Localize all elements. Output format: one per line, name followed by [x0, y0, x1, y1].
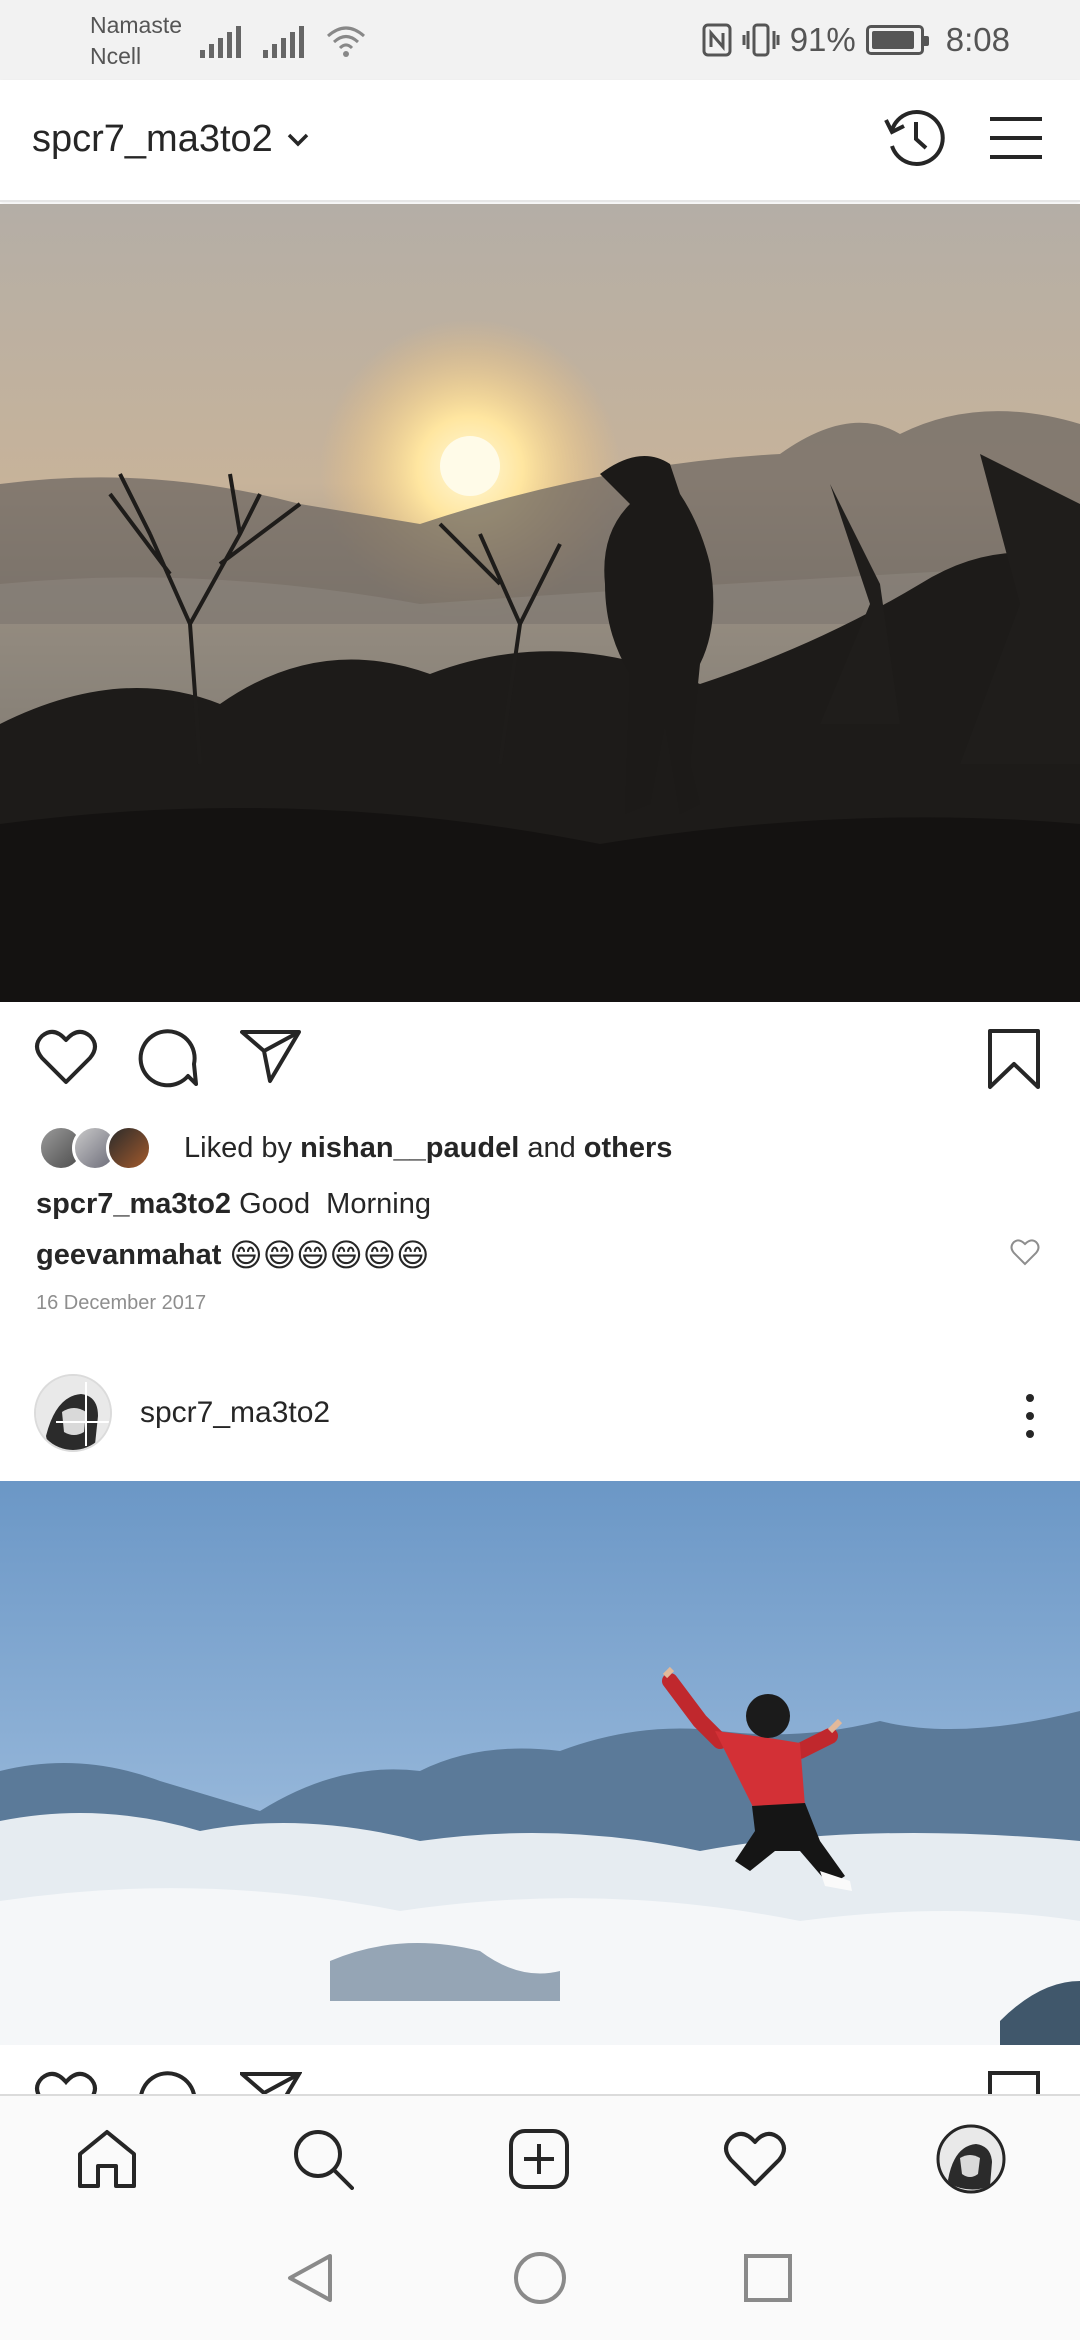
search-icon[interactable] [288, 2124, 358, 2194]
bottom-navigation [0, 2094, 1080, 2218]
comment-username[interactable]: geevanmahat [36, 1239, 221, 1272]
nfc-icon [702, 23, 732, 57]
comment-icon[interactable] [138, 1028, 198, 1088]
comment-text: 😄😄😄😄😄😄 [229, 1237, 430, 1273]
post-header: spcr7_ma3to2 [0, 1372, 1080, 1458]
avatar[interactable] [34, 1374, 112, 1452]
post-date: 16 December 2017 [36, 1292, 207, 1314]
heart-icon[interactable] [34, 1028, 98, 1086]
likes-summary[interactable]: Liked by nishan__paudel and others [38, 1122, 672, 1174]
menu-icon[interactable] [988, 115, 1044, 161]
carrier-name: Namaste Ncell [90, 10, 182, 72]
header-username[interactable]: spcr7_ma3to2 [32, 118, 273, 161]
home-icon[interactable] [72, 2124, 142, 2194]
caption-text: Good Morning [239, 1188, 431, 1220]
system-navigation-bar [0, 2218, 1080, 2340]
signal-icon [200, 26, 241, 58]
post-image[interactable] [0, 1481, 1080, 2045]
chevron-down-icon[interactable] [287, 133, 309, 147]
caption-username[interactable]: spcr7_ma3to2 [36, 1188, 231, 1220]
history-icon[interactable] [882, 106, 948, 170]
post-username[interactable]: spcr7_ma3to2 [140, 1396, 330, 1430]
post-actions [0, 1028, 1080, 1118]
carrier-line-2: Ncell [90, 43, 142, 69]
likes-others-link[interactable]: others [584, 1132, 673, 1164]
heart-icon[interactable] [34, 2070, 98, 2094]
clock-time: 8:08 [945, 21, 1010, 58]
recents-icon[interactable] [738, 2248, 798, 2308]
liked-by-username[interactable]: nishan__paudel [300, 1132, 519, 1164]
vibrate-icon [742, 23, 780, 57]
post-image[interactable] [0, 204, 1080, 1002]
share-icon[interactable] [240, 2070, 302, 2094]
comment: geevanmahat 😄😄😄😄😄😄 [36, 1236, 430, 1274]
profile-avatar[interactable] [936, 2124, 1006, 2194]
post-caption: spcr7_ma3to2 Good Morning [36, 1188, 431, 1221]
liker-avatars [38, 1125, 152, 1171]
likes-text: Liked by nishan__paudel and others [184, 1132, 672, 1165]
jumping-person-photo [0, 1481, 1080, 2045]
status-bar: Namaste Ncell 91% 8:08 [0, 0, 1080, 80]
account-switcher[interactable]: spcr7_ma3to2 [32, 118, 309, 161]
likes-and: and [527, 1131, 576, 1164]
sunrise-silhouette-photo [0, 204, 1080, 1002]
more-options-icon[interactable] [1024, 1394, 1036, 1438]
bookmark-icon[interactable] [986, 2070, 1042, 2094]
activity-heart-icon[interactable] [720, 2124, 790, 2194]
add-post-icon[interactable] [504, 2124, 574, 2194]
carrier-line-1: Namaste [90, 12, 183, 38]
heart-icon[interactable] [1010, 1238, 1040, 1266]
back-icon[interactable] [280, 2248, 340, 2308]
signal-icon [263, 26, 304, 58]
avatar [106, 1125, 152, 1171]
home-circle-icon[interactable] [510, 2248, 570, 2308]
app-header: spcr7_ma3to2 [0, 80, 1080, 202]
bookmark-icon[interactable] [986, 1028, 1042, 1090]
post-actions [0, 2070, 1080, 2094]
likes-prefix: Liked by [184, 1131, 293, 1164]
battery-percent: 91% [789, 21, 856, 58]
battery-icon [865, 25, 929, 55]
wifi-icon [327, 26, 365, 57]
share-icon[interactable] [240, 1028, 302, 1084]
comment-icon[interactable] [138, 2070, 198, 2094]
